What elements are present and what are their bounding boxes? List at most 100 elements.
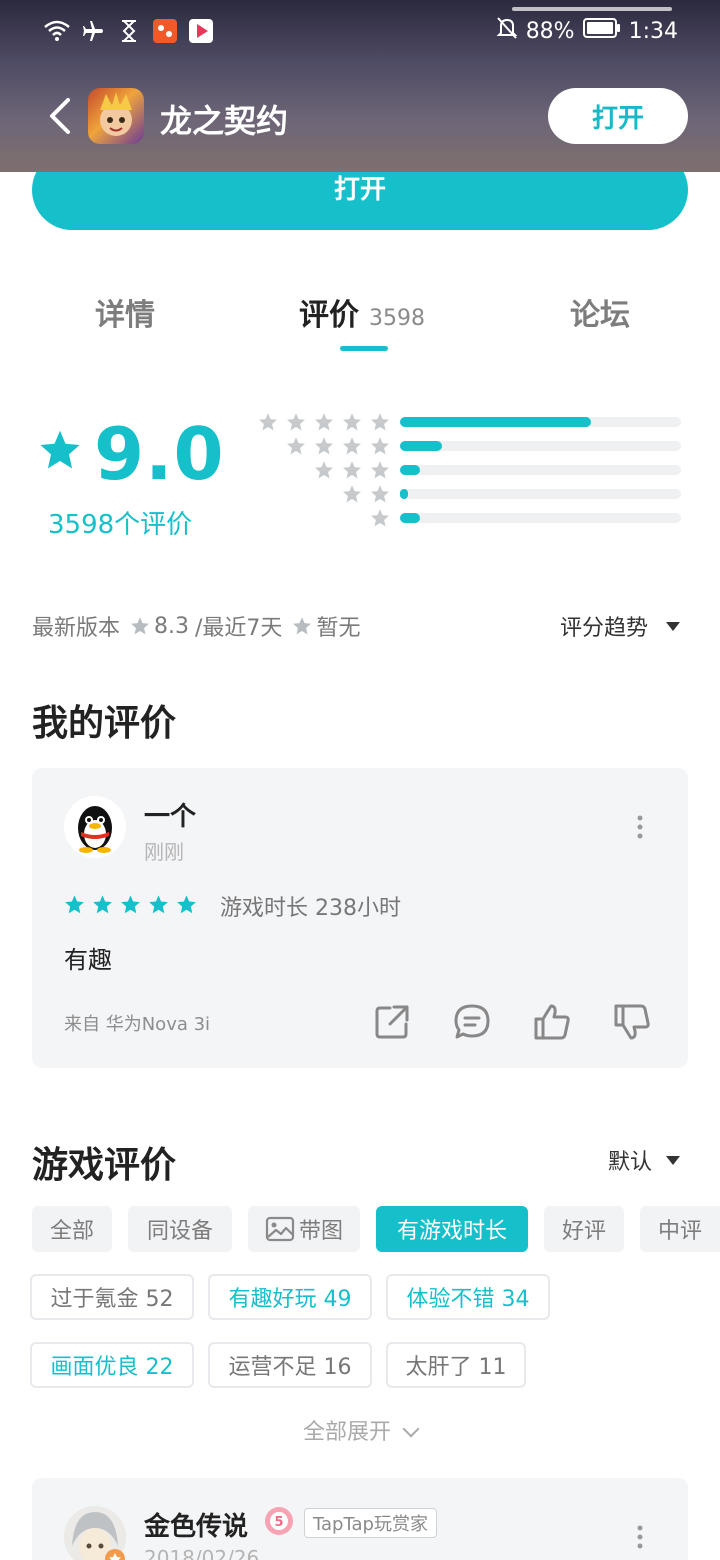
distribution-row-2-star (256, 482, 686, 506)
open-button-header[interactable]: 打开 (548, 88, 688, 144)
distribution-bar-track (400, 489, 681, 499)
comment-icon[interactable] (452, 1002, 492, 1042)
tag-label: 体验不错 34 (406, 1287, 530, 1312)
tag-label: 画面优良 22 (50, 1355, 174, 1380)
star-icon (287, 437, 305, 455)
tag-fun[interactable]: 有趣好玩 49 (208, 1274, 372, 1320)
star-icon (315, 437, 333, 455)
expand-all-button[interactable]: 全部展开 (0, 1414, 720, 1446)
filter-positive[interactable]: 好评 (544, 1206, 624, 1252)
sort-dropdown[interactable]: 默认 (608, 1144, 680, 1176)
distribution-bar-fill (400, 417, 592, 427)
my-review-card[interactable]: 一个 刚刚 游戏时长 238小时 有趣 来自 华为Nova 3i (32, 768, 688, 1068)
review-text: 有趣 (64, 946, 112, 974)
tag-poor-operation[interactable]: 运营不足 16 (208, 1342, 372, 1388)
level-badge-icon (105, 1549, 125, 1560)
tab-details[interactable]: 详情 (95, 290, 155, 334)
star-icon (315, 461, 333, 479)
tag-too-pay-to-win[interactable]: 过于氪金 52 (30, 1274, 194, 1320)
distribution-row-1-star (256, 506, 686, 530)
caret-down-icon (666, 621, 680, 631)
app-icon-orange (152, 18, 178, 44)
app-header: 88% 1:34 龙之契约 打开 (0, 0, 720, 172)
filter-with-image-label: 带图 (298, 1219, 343, 1244)
svg-text:5: 5 (274, 1515, 283, 1530)
distribution-row-3-star (256, 458, 686, 482)
star-icon (93, 895, 112, 914)
distribution-bar-fill (400, 465, 420, 475)
star-icon (177, 895, 196, 914)
thumbs-up-icon[interactable] (532, 1002, 572, 1042)
airplane-icon (80, 18, 106, 44)
tag-good-graphics[interactable]: 画面优良 22 (30, 1342, 194, 1388)
tag-label: 太肝了 11 (405, 1355, 507, 1380)
app-icon[interactable] (88, 88, 144, 144)
image-icon (265, 1216, 295, 1242)
star-icon (371, 437, 389, 455)
filter-all[interactable]: 全部 (32, 1206, 112, 1252)
rating-score: 9.0 (94, 412, 225, 496)
more-icon[interactable] (636, 814, 644, 840)
star-icon (343, 413, 361, 431)
chevron-left-icon (50, 98, 70, 134)
filter-has-playtime-label: 有游戏时长 (396, 1219, 507, 1244)
battery-percent: 88% (525, 18, 575, 44)
player-badge: TapTap玩赏家 (304, 1508, 437, 1538)
more-icon[interactable] (636, 1524, 644, 1550)
tab-reviews-label: 评价 (299, 298, 359, 333)
distribution-stars (342, 484, 390, 504)
status-bar-right: 88% 1:34 (496, 14, 678, 48)
user-name[interactable]: 金色传说 (144, 1506, 248, 1543)
back-button[interactable] (44, 94, 76, 138)
my-review-title: 我的评价 (32, 703, 177, 744)
playtime: 游戏时长 238小时 (220, 896, 401, 921)
share-icon[interactable] (372, 1002, 412, 1042)
recent-label: /最近7天 (195, 616, 283, 641)
tab-reviews[interactable]: 评价 3598 (299, 290, 425, 334)
star-icon (371, 461, 389, 479)
game-character-icon (100, 92, 132, 136)
star-icon (343, 461, 361, 479)
review-card[interactable]: 金色传说 5 TapTap玩赏家 2018/02/26 (32, 1478, 688, 1560)
rating-trend-dropdown[interactable]: 评分趋势 (560, 608, 680, 644)
tab-forum-label: 论坛 (570, 298, 630, 333)
user-name[interactable]: 一个 (144, 796, 196, 833)
header-bottom-edge (0, 150, 720, 172)
status-bar-pill (512, 7, 672, 11)
star-icon (343, 437, 361, 455)
filter-same-device-label: 同设备 (146, 1219, 213, 1244)
tab-forum[interactable]: 论坛 (570, 290, 630, 334)
thumbs-down-icon[interactable] (612, 1002, 652, 1042)
filter-with-image[interactable]: 带图 (248, 1206, 360, 1252)
tag-good-experience[interactable]: 体验不错 34 (386, 1274, 550, 1320)
recent-score: 暂无 (316, 616, 361, 641)
tag-label: 有趣好玩 49 (228, 1287, 352, 1312)
tab-reviews-count: 3598 (369, 306, 425, 331)
filter-neutral[interactable]: 中评 (640, 1206, 720, 1252)
nav-bar: 龙之契约 打开 (0, 80, 720, 152)
tab-details-label: 详情 (95, 298, 155, 333)
distribution-bar-fill (400, 513, 420, 523)
star-icon (287, 413, 305, 431)
filter-has-playtime[interactable]: 有游戏时长 (376, 1206, 528, 1252)
hourglass-icon (116, 18, 142, 44)
filter-same-device[interactable]: 同设备 (128, 1206, 232, 1252)
distribution-bar-track (400, 417, 681, 427)
star-icon (343, 485, 361, 503)
my-review-stars (64, 894, 197, 915)
star-icon (40, 430, 80, 469)
star-icon (259, 413, 277, 431)
device-source: 来自 华为Nova 3i (64, 1014, 211, 1035)
avatar[interactable] (64, 796, 126, 858)
distribution-bar-track (400, 513, 681, 523)
tag-label: 过于氪金 52 (50, 1287, 174, 1312)
star-icon (315, 413, 333, 431)
bell-off-icon (496, 16, 518, 46)
clock: 1:34 (628, 18, 678, 44)
star-icon (149, 895, 168, 914)
app-icon-video (188, 18, 214, 44)
distribution-bar-fill (400, 489, 409, 499)
tag-too-grindy[interactable]: 太肝了 11 (386, 1342, 526, 1388)
distribution-stars (258, 412, 390, 432)
sort-label: 默认 (607, 1150, 652, 1175)
